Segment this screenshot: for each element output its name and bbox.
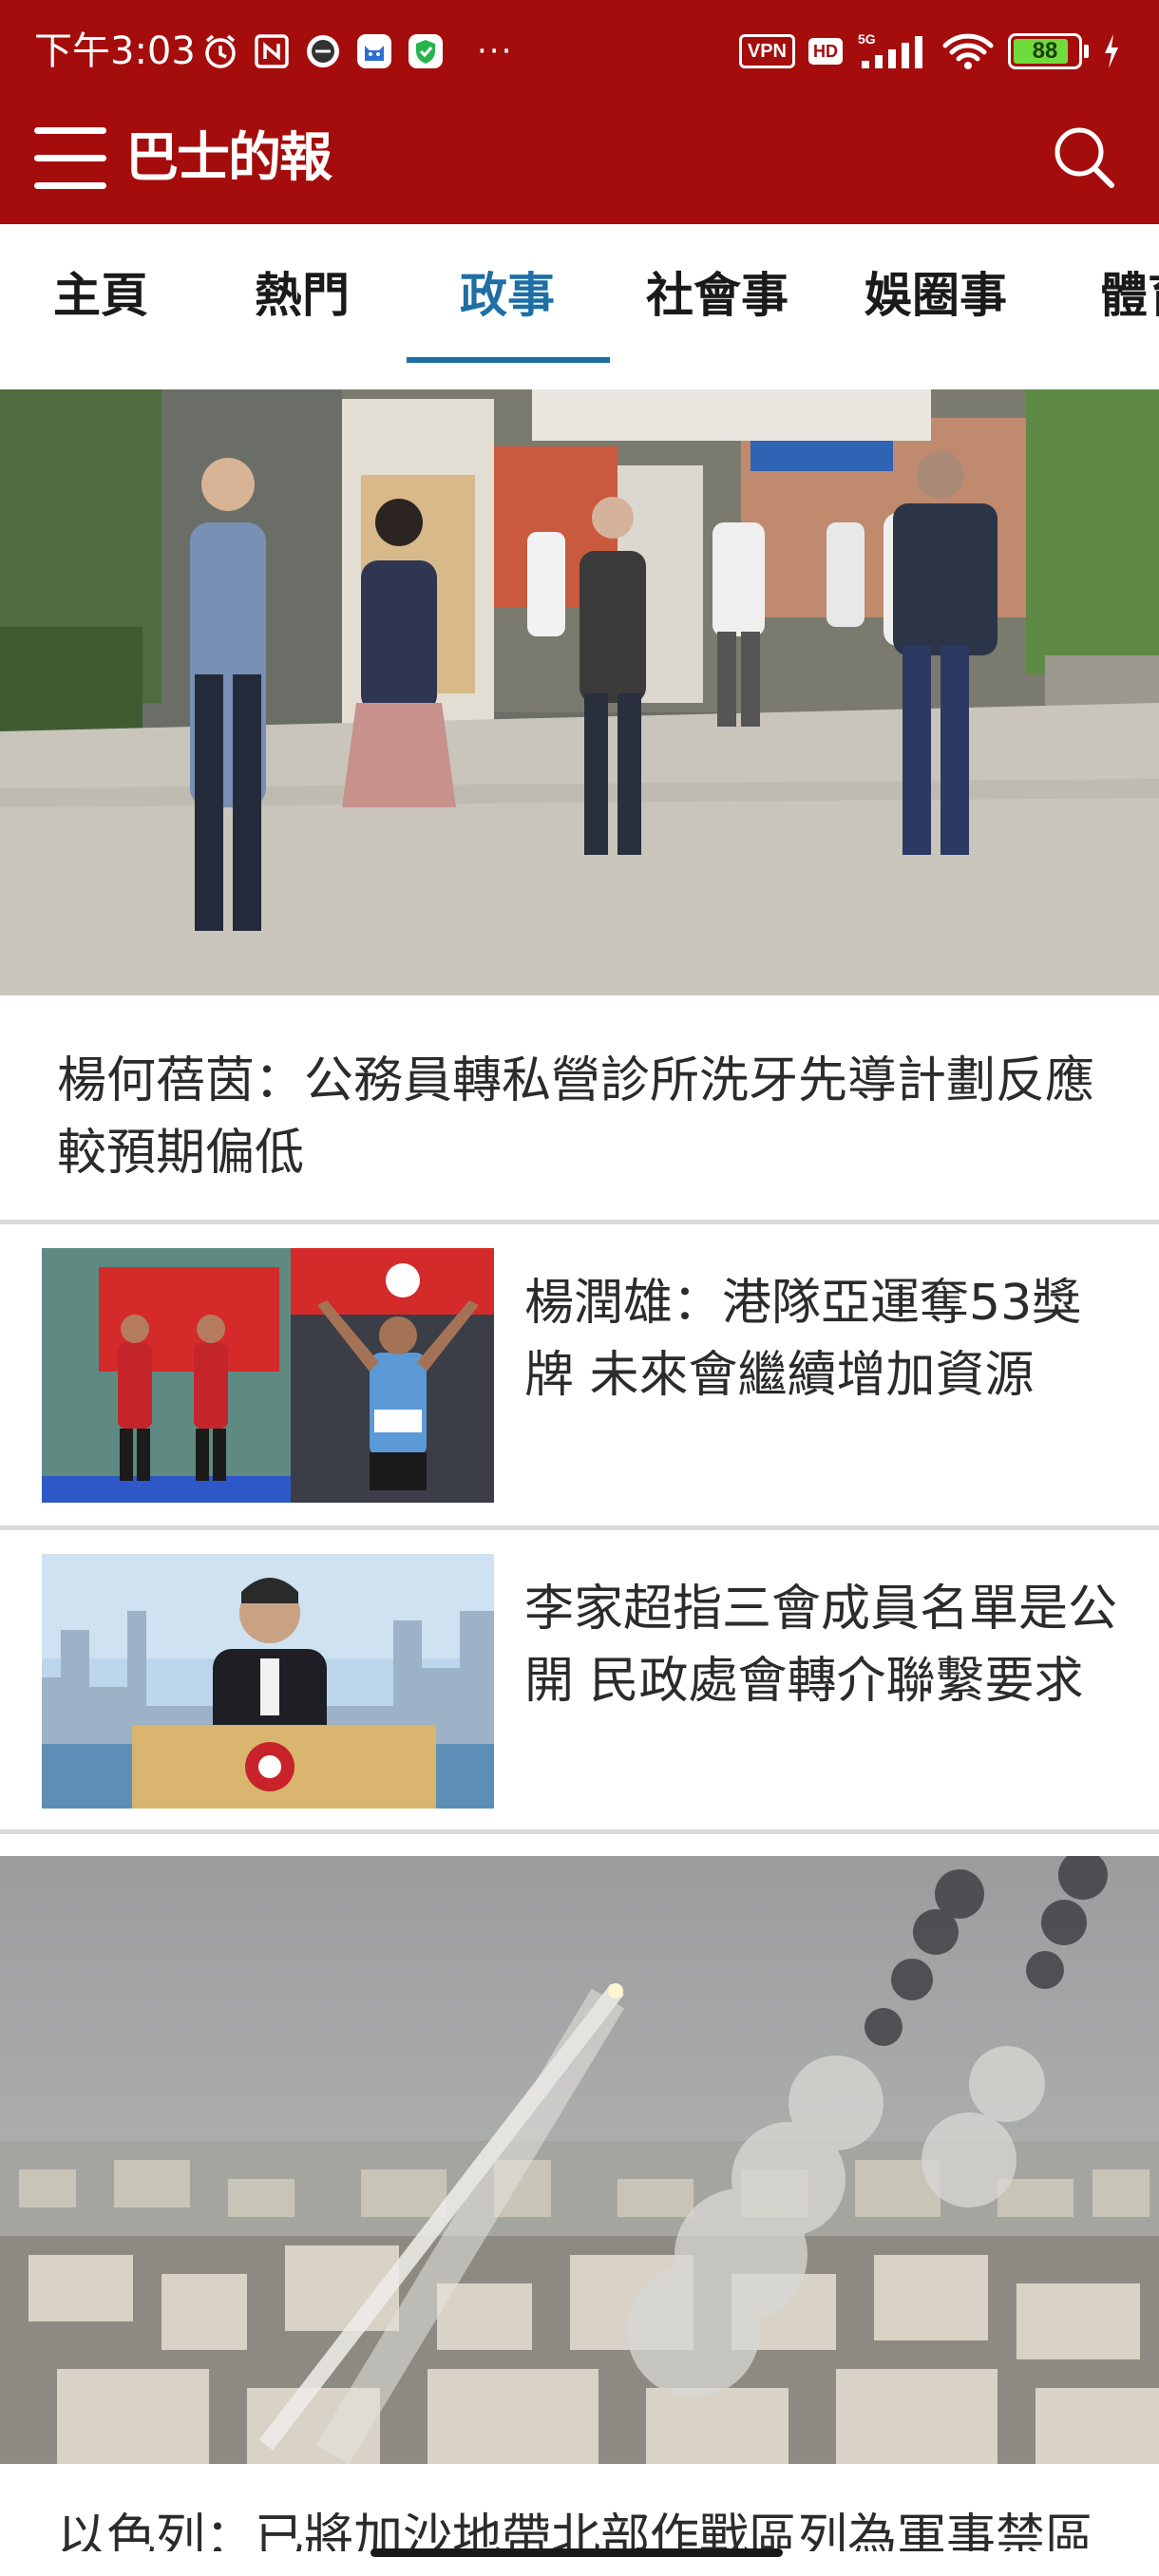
tab-society[interactable]: 社會事 xyxy=(646,262,788,329)
divider xyxy=(0,1829,1159,1834)
tab-politics[interactable]: 政事 xyxy=(460,262,555,329)
article-title[interactable]: 以色列：已將加沙地帶北部作戰區列為軍事禁區 xyxy=(57,2508,1112,2551)
more-notifications: ··· xyxy=(477,32,514,70)
battery-cap xyxy=(1084,45,1089,58)
active-tab-indicator xyxy=(407,357,610,363)
wifi-icon xyxy=(942,33,994,69)
article-hero-image[interactable] xyxy=(0,389,1159,995)
alarm-icon xyxy=(205,34,236,68)
status-time: 下午3:03 xyxy=(34,29,196,73)
press-conference-photo xyxy=(42,1554,494,1809)
article-title-partial[interactable]: 以色列：已將加沙地帶北部作戰區列為軍事禁區 xyxy=(57,2508,1112,2551)
cat-app-icon xyxy=(357,34,391,68)
top-bar: 下午3:03 ··· VPN HD 5G 88 巴士的報 xyxy=(0,0,1159,224)
system-icons: VPN HD 5G 88 xyxy=(738,28,1121,74)
rocket-launch-photo xyxy=(0,1856,1159,2464)
app-logo[interactable]: 巴士的報 xyxy=(125,125,332,192)
article-title[interactable]: 李家超指三會成員名單是公開 民政處會轉介聯繫要求 xyxy=(524,1573,1123,1717)
charging-icon xyxy=(1105,34,1118,68)
shield-app-icon xyxy=(408,34,443,68)
network-type-label: 5G xyxy=(858,31,876,47)
nfc-icon xyxy=(255,34,289,68)
app-bar: 巴士的報 xyxy=(0,99,1159,224)
home-indicator[interactable] xyxy=(370,2548,783,2557)
hamburger-menu-icon[interactable] xyxy=(34,125,106,192)
tab-entertainment[interactable]: 娛圈事 xyxy=(864,262,1007,329)
vpn-badge: VPN xyxy=(738,34,795,68)
article-title[interactable]: 楊何蓓茵：公務員轉私營診所洗牙先導計劃反應較預期偏低 xyxy=(57,1045,1112,1189)
divider xyxy=(0,1525,1159,1530)
status-bar: 下午3:03 ··· VPN HD 5G 88 xyxy=(0,0,1159,99)
search-icon[interactable] xyxy=(1047,120,1121,196)
signal-icon: 5G xyxy=(858,31,922,68)
category-tabs: 主頁 熱門 政事 社會事 娛圈事 體育 xyxy=(0,224,1159,384)
battery-icon: 88 xyxy=(1008,33,1082,69)
street-scene-photo xyxy=(0,389,1159,995)
article-hero-image[interactable] xyxy=(0,1856,1159,2464)
notification-icons: ··· xyxy=(201,28,513,74)
tab-home[interactable]: 主頁 xyxy=(53,262,148,329)
tab-hot[interactable]: 熱門 xyxy=(255,262,350,329)
tab-sports[interactable]: 體育 xyxy=(1100,262,1159,329)
app-notification-icon xyxy=(307,35,339,67)
article-title[interactable]: 楊潤雄：港隊亞運奪53獎牌 未來會繼續增加資源 xyxy=(524,1267,1123,1411)
article-thumbnail[interactable] xyxy=(42,1554,494,1809)
article-thumbnail[interactable] xyxy=(42,1248,494,1503)
athletes-photo xyxy=(42,1248,494,1503)
hd-badge: HD xyxy=(808,38,843,65)
divider xyxy=(0,1220,1159,1224)
battery-percent: 88 xyxy=(1032,38,1058,64)
